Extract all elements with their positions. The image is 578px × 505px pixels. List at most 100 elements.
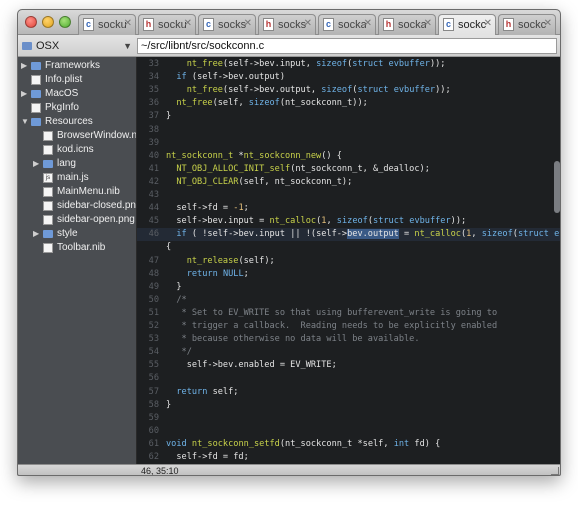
minimize-window-button[interactable] bbox=[42, 16, 54, 28]
disclosure-closed-icon[interactable]: ▶ bbox=[21, 59, 27, 73]
line-number: 56 bbox=[148, 373, 159, 384]
code-line[interactable]: 56 bbox=[137, 372, 560, 385]
sidebar-item-sidebar-closed-png[interactable]: sidebar-closed.png bbox=[18, 199, 136, 213]
zoom-window-button[interactable] bbox=[59, 16, 71, 28]
tab-close-icon[interactable]: ✕ bbox=[304, 18, 312, 29]
code-line[interactable]: 45 self->bev.input = nt_calloc(1, sizeof… bbox=[137, 215, 560, 228]
code-line[interactable]: 42 NT_OBJ_CLEAR(self, nt_sockconn_t); bbox=[137, 176, 560, 189]
project-selector[interactable]: OSX ▼ bbox=[22, 38, 134, 54]
sidebar-item-toolbar-nib[interactable]: Toolbar.nib bbox=[18, 241, 136, 255]
tab-sockut-h[interactable]: hsockut✕ bbox=[138, 14, 196, 35]
disclosure-open-icon[interactable]: ▼ bbox=[21, 115, 29, 129]
code-line[interactable]: 52 * trigger a callback. Reading needs t… bbox=[137, 320, 560, 333]
code-line[interactable]: 49 } bbox=[137, 281, 560, 294]
code-line[interactable]: 62 self->fd = fd; bbox=[137, 451, 560, 464]
sidebar-item-label: Info.plist bbox=[45, 74, 83, 85]
sidebar-item-pkginfo[interactable]: PkgInfo bbox=[18, 101, 136, 115]
code-line[interactable]: 37} bbox=[137, 110, 560, 123]
code-token: int bbox=[393, 438, 410, 449]
code-line[interactable]: 53 * because otherwise no data will be a… bbox=[137, 333, 560, 346]
sidebar-item-kod-icns[interactable]: kod.icns bbox=[18, 143, 136, 157]
code-text: } bbox=[166, 399, 171, 412]
tab-close-icon[interactable]: ✕ bbox=[424, 18, 432, 29]
sidebar-item-main-js[interactable]: js main.js bbox=[18, 171, 136, 185]
code-line[interactable]: 57 return self; bbox=[137, 386, 560, 399]
code-token: * trigger a callback. Reading needs to b… bbox=[166, 321, 498, 331]
code-line[interactable]: 60 bbox=[137, 425, 560, 438]
code-line[interactable]: 33 nt_free(self->bev.input, sizeof(struc… bbox=[137, 58, 560, 71]
code-line[interactable]: 46 if ( !self->bev.input || !(self->bev.… bbox=[137, 228, 560, 242]
folder-icon bbox=[43, 230, 53, 238]
tab-close-icon[interactable]: ✕ bbox=[244, 18, 252, 29]
tab-close-icon[interactable]: ✕ bbox=[544, 18, 552, 29]
code-editor[interactable]: 33 nt_free(self->bev.input, sizeof(struc… bbox=[137, 57, 560, 464]
close-window-button[interactable] bbox=[25, 16, 37, 28]
code-line[interactable]: 55 self->bev.enabled = EV_WRITE; bbox=[137, 359, 560, 372]
code-line[interactable]: 39 bbox=[137, 137, 560, 150]
tab-label: sockad bbox=[398, 19, 426, 31]
tab-sockco-h[interactable]: hsockco✕ bbox=[498, 14, 556, 35]
sidebar-item-macos[interactable]: ▶ MacOS bbox=[18, 87, 136, 101]
code-line[interactable]: 61 void nt_sockconn_setfd(nt_sockconn_t *… bbox=[137, 438, 560, 451]
code-line[interactable]: 59 bbox=[137, 412, 560, 425]
sidebar-item-resources[interactable]: ▼ Resources bbox=[18, 115, 136, 129]
sidebar-item-browserwindow-nib[interactable]: BrowserWindow.nib bbox=[18, 129, 136, 143]
code-token: (self->bev.output, bbox=[222, 85, 322, 96]
tab-close-icon[interactable]: ✕ bbox=[124, 18, 132, 29]
tab-close-icon[interactable]: ✕ bbox=[484, 18, 492, 29]
code-line[interactable]: 51 * Set to EV_WRITE so that using buffe… bbox=[137, 307, 560, 320]
sidebar-item-lang[interactable]: ▶ lang bbox=[18, 157, 136, 171]
sidebar-item-frameworks[interactable]: ▶ Frameworks bbox=[18, 59, 136, 73]
disclosure-closed-icon[interactable]: ▶ bbox=[21, 87, 27, 101]
code-line[interactable]: 41 NT_OBJ_ALLOC_INIT_self(nt_sockconn_t,… bbox=[137, 163, 560, 176]
code-token: void bbox=[166, 438, 187, 449]
tab-sockut-c[interactable]: csockut✕ bbox=[78, 14, 136, 35]
editor-window: csockut✕hsockut✕csockse✕hsockse✕csockad✕… bbox=[17, 9, 561, 476]
line-number: 49 bbox=[148, 281, 159, 292]
tab-close-icon[interactable]: ✕ bbox=[184, 18, 192, 29]
c-file-icon: c bbox=[323, 18, 334, 31]
code-line[interactable]: 38 bbox=[137, 124, 560, 137]
line-number: 58 bbox=[148, 399, 159, 410]
disclosure-closed-icon[interactable]: ▶ bbox=[33, 157, 39, 171]
code-line[interactable]: 40 nt_sockconn_t *nt_sockconn_new() { bbox=[137, 150, 560, 163]
code-text: if ( !self->bev.input || !(self->bev.out… bbox=[166, 228, 560, 241]
disclosure-closed-icon[interactable]: ▶ bbox=[33, 227, 39, 241]
tab-sockse-c[interactable]: csockse✕ bbox=[198, 14, 256, 35]
code-line[interactable]: 43 bbox=[137, 189, 560, 202]
sidebar-item-sidebar-open-png[interactable]: sidebar-open.png bbox=[18, 213, 136, 227]
line-number: 59 bbox=[148, 412, 159, 423]
sidebar-item-mainmenu-nib[interactable]: MainMenu.nib bbox=[18, 185, 136, 199]
code-line[interactable]: 58} bbox=[137, 399, 560, 412]
sidebar-item-info-plist[interactable]: Info.plist bbox=[18, 73, 136, 87]
code-token: if bbox=[176, 72, 187, 83]
code-text: */ bbox=[166, 346, 192, 359]
file-path-field[interactable]: ~/src/libnt/src/sockconn.c bbox=[137, 38, 557, 54]
code-line[interactable]: { bbox=[137, 241, 560, 254]
code-line[interactable]: 34 if (self->bev.output) bbox=[137, 71, 560, 84]
tab-sockco-c[interactable]: csockco✕ bbox=[438, 14, 496, 35]
tab-sockse-h[interactable]: hsockse✕ bbox=[258, 14, 316, 35]
code-token: { bbox=[166, 242, 172, 253]
code-line[interactable]: 36 nt_free(self, sizeof(nt_sockconn_t)); bbox=[137, 97, 560, 110]
code-token: () { bbox=[321, 150, 342, 161]
sidebar-item-label: kod.icns bbox=[57, 144, 94, 155]
code-line[interactable]: 44 self->fd = -1; bbox=[137, 202, 560, 215]
tab-close-icon[interactable]: ✕ bbox=[364, 18, 372, 29]
code-token: sizeof bbox=[321, 85, 353, 96]
code-line[interactable]: 54 */ bbox=[137, 346, 560, 359]
line-number: 47 bbox=[148, 255, 159, 266]
code-line[interactable]: 35 nt_free(self->bev.output, sizeof(stru… bbox=[137, 84, 560, 97]
sidebar-item-style[interactable]: ▶ style bbox=[18, 227, 136, 241]
code-line[interactable]: 47 nt_release(self); bbox=[137, 255, 560, 268]
tab-sockad-c[interactable]: csockad✕ bbox=[318, 14, 376, 35]
code-token: nt_sockconn_setfd bbox=[191, 438, 280, 449]
code-line[interactable]: 48 return NULL; bbox=[137, 268, 560, 281]
resize-grip-icon[interactable] bbox=[551, 467, 559, 475]
code-token: fd) { bbox=[409, 438, 441, 449]
chevron-down-icon: ▼ bbox=[123, 41, 132, 51]
line-number: 43 bbox=[148, 190, 159, 200]
code-line[interactable]: 50 /* bbox=[137, 294, 560, 307]
tab-sockad-h[interactable]: hsockad✕ bbox=[378, 14, 436, 35]
